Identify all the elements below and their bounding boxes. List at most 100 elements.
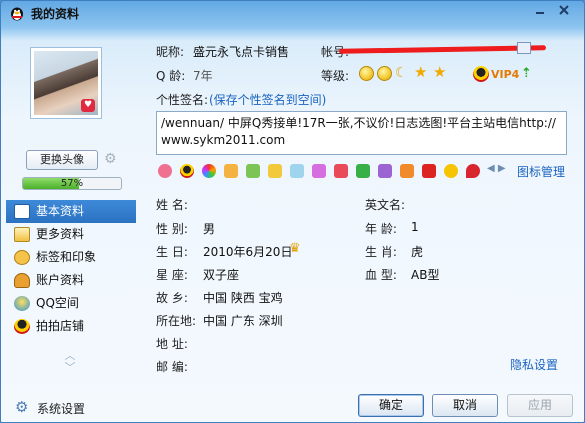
name-label: 姓 名: <box>156 198 188 212</box>
edit-icon[interactable] <box>517 42 531 54</box>
rainbow-service-icon[interactable] <box>202 164 216 178</box>
orange-gem-icon[interactable] <box>400 164 414 178</box>
chevron-down-icon[interactable]: ﹀ <box>62 362 78 374</box>
qzone-icon <box>14 296 30 311</box>
yellow-diamond-icon[interactable] <box>224 164 238 178</box>
profile-window: 我的资料 ♥ 更换头像 ⚙ 57% 基本资料 更多资料 标签和印象 账户资料 Q… <box>0 0 585 423</box>
star-level-icon: ★ <box>414 63 428 81</box>
heart-badge-icon: ♥ <box>81 99 95 112</box>
footer-bar: ⚙ 系统设置 确定 取消 应用 <box>1 391 584 422</box>
blue-diamond-icon[interactable] <box>290 164 304 178</box>
avatar-frame[interactable]: ♥ <box>30 47 102 119</box>
vip-penguin-icon <box>473 66 489 82</box>
sidebar-item-tags[interactable]: 标签和印象 <box>6 246 136 269</box>
gender-value: 男 <box>203 222 216 236</box>
icon-manage-link[interactable]: 图标管理 <box>517 163 565 180</box>
save-signature-link[interactable]: (保存个性签名到空间) <box>209 91 326 108</box>
account-redaction <box>338 45 547 54</box>
sidebar-item-paipai[interactable]: 拍拍店铺 <box>6 315 136 338</box>
heart-red-icon[interactable] <box>466 164 480 178</box>
crown-icon: ♛ <box>289 241 301 256</box>
sidebar-item-label: QQ空间 <box>36 296 79 310</box>
paipai-shop-icon <box>14 319 30 334</box>
more-info-icon <box>14 227 30 242</box>
green-diamond-icon[interactable] <box>246 164 260 178</box>
moon-level-icon: ☾ <box>395 65 408 81</box>
tags-icon <box>14 250 30 265</box>
profile-content: 昵称: 盛元永飞点卡销售 帐号: Q 龄: 7年 等级: ☾ ★ ★ VIP4 … <box>149 35 574 387</box>
green-gem-icon[interactable] <box>356 164 370 178</box>
zodiac-label: 生 肖: <box>365 245 397 259</box>
blood-type-value: AB型 <box>411 268 440 282</box>
change-avatar-button[interactable]: 更换头像 <box>26 150 98 170</box>
cancel-button[interactable]: 取消 <box>432 394 498 417</box>
penguin-service-icon[interactable] <box>180 164 194 178</box>
signature-label: 个性签名: <box>156 93 209 107</box>
profile-completion-bar: 57% <box>22 177 122 190</box>
purple-diamond-icon[interactable] <box>312 164 326 178</box>
birthday-label: 生 日: <box>156 245 188 259</box>
blood-type-label: 血 型: <box>365 268 397 282</box>
sidebar-item-label: 标签和印象 <box>36 250 97 264</box>
hometown-value: 中国 陕西 宝鸡 <box>203 291 283 305</box>
sidebar-item-label: 基本资料 <box>36 204 85 218</box>
sun-level-icon <box>359 66 374 81</box>
system-settings-label: 系统设置 <box>37 402 86 416</box>
english-name-label: 英文名: <box>365 198 406 212</box>
gender-label: 性 别: <box>156 222 188 236</box>
sidebar-scroll[interactable]: ︿ ﹀ <box>62 350 78 374</box>
hometown-label: 故 乡: <box>156 291 188 305</box>
coin-icon[interactable] <box>444 164 458 178</box>
profile-card-icon <box>14 204 30 219</box>
window-title: 我的资料 <box>31 7 80 21</box>
sidebar-item-label: 更多资料 <box>36 227 85 241</box>
apply-button[interactable]: 应用 <box>507 394 573 417</box>
age-value: 1 <box>411 220 419 234</box>
level-label: 等级: <box>321 69 350 83</box>
birthday-value: 2010年6月20日 <box>203 245 293 259</box>
avatar-settings-icon[interactable]: ⚙ <box>104 151 120 167</box>
qage-value: 7年 <box>193 69 213 83</box>
vip-badge[interactable]: VIP4 <box>491 68 519 81</box>
icon-row-arrows[interactable]: ◀ ▶ <box>487 163 506 174</box>
nickname-label: 昵称: <box>156 45 185 59</box>
avatar: ♥ <box>34 51 98 115</box>
privacy-settings-link[interactable]: 隐私设置 <box>510 356 558 373</box>
sidebar-item-account[interactable]: 账户资料 <box>6 269 136 292</box>
account-icon <box>14 273 30 288</box>
red-box-icon[interactable] <box>422 164 436 178</box>
sidebar-item-more-info[interactable]: 更多资料 <box>6 223 136 246</box>
sidebar-item-qzone[interactable]: QQ空间 <box>6 292 136 315</box>
title-bar[interactable]: 我的资料 <box>1 1 584 25</box>
ok-button[interactable]: 确定 <box>358 394 424 417</box>
age-label: 年 龄: <box>365 222 397 236</box>
minimize-button[interactable] <box>529 4 551 22</box>
location-label: 所在地: <box>156 314 197 328</box>
gear-icon: ⚙ <box>15 398 29 416</box>
qq-penguin-icon <box>9 5 25 21</box>
progress-text: 57% <box>60 178 84 189</box>
location-value: 中国 广东 深圳 <box>203 314 283 328</box>
postcode-label: 邮 编: <box>156 360 188 374</box>
signature-textbox[interactable]: /wennuan/ 中屏Q秀接单!17R一张,不议价!日志选图!平台主站电信ht… <box>156 111 567 155</box>
sidebar-item-label: 拍拍店铺 <box>36 319 85 333</box>
sun-level-icon <box>377 66 392 81</box>
heart-service-icon[interactable] <box>158 164 172 178</box>
constellation-label: 星 座: <box>156 268 188 282</box>
qage-label: Q 龄: <box>156 69 186 83</box>
red-diamond-icon[interactable] <box>334 164 348 178</box>
address-label: 地 址: <box>156 337 188 351</box>
sidebar-nav: 基本资料 更多资料 标签和印象 账户资料 QQ空间 拍拍店铺 <box>6 200 136 338</box>
star-level-icon: ★ <box>433 63 447 81</box>
zodiac-value: 虎 <box>411 245 424 259</box>
constellation-value: 双子座 <box>203 268 240 282</box>
close-button[interactable] <box>553 4 575 22</box>
feature-icons-row <box>158 162 498 180</box>
nickname-value: 盛元永飞点卡销售 <box>193 45 290 59</box>
arrow-up-icon: ⇡ <box>521 66 532 81</box>
violet-gem-icon[interactable] <box>378 164 392 178</box>
gold-diamond-icon[interactable] <box>268 164 282 178</box>
sidebar-item-label: 账户资料 <box>36 273 85 287</box>
left-panel: ♥ 更换头像 ⚙ 57% 基本资料 更多资料 标签和印象 账户资料 QQ空间 拍… <box>4 29 138 392</box>
sidebar-item-basic-info[interactable]: 基本资料 <box>6 200 136 223</box>
